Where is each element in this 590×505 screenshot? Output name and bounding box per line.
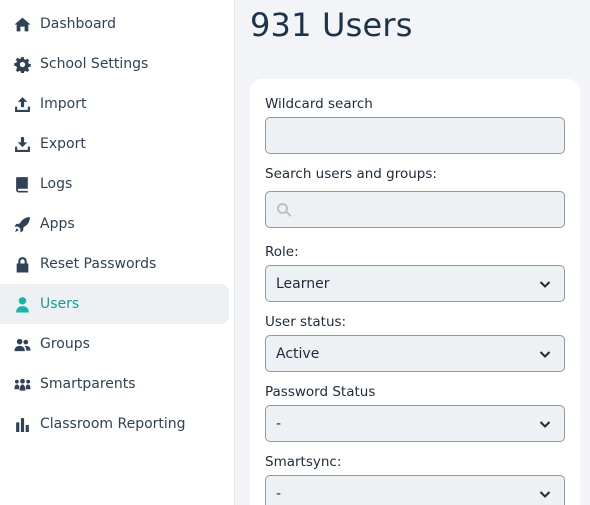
upload-icon [14,96,31,113]
role-select[interactable]: Learner [265,265,565,302]
sidebar-item-label: School Settings [40,56,149,72]
sidebar-item-label: Classroom Reporting [40,416,186,432]
book-icon [14,176,31,193]
sidebar-item-reset-passwords[interactable]: Reset Passwords [0,244,229,284]
smartsync-label: Smartsync: [265,454,342,470]
wildcard-search-label: Wildcard search [265,96,373,112]
user-status-select-value: Active [276,345,320,362]
rocket-icon [14,216,31,233]
smartsync-select-value: - [276,485,282,502]
lock-icon [14,256,31,273]
sidebar-item-label: Import [40,96,87,112]
sidebar-item-label: Dashboard [40,16,116,32]
sidebar-item-classroom-reporting[interactable]: Classroom Reporting [0,404,229,444]
search-users-groups-input[interactable] [265,191,565,228]
role-label: Role: [265,244,299,260]
sidebar-item-label: Smartparents [40,376,136,392]
download-icon [14,136,31,153]
user-status-select[interactable]: Active [265,335,565,372]
user-icon [14,296,31,313]
search-users-groups-label: Search users and groups: [265,166,437,182]
sidebar-item-school-settings[interactable]: School Settings [0,44,229,84]
sidebar-item-import[interactable]: Import [0,84,229,124]
home-icon [14,16,31,33]
sidebar-item-label: Users [40,296,80,312]
sidebar-item-smartparents[interactable]: Smartparents [0,364,229,404]
bar-chart-icon [14,416,31,433]
chevron-down-icon [538,277,552,291]
app: Dashboard School Settings Import Export [0,0,590,505]
sidebar-item-label: Reset Passwords [40,256,157,272]
people-group-icon [14,376,31,393]
chevron-down-icon [538,417,552,431]
sidebar: Dashboard School Settings Import Export [0,0,235,505]
sidebar-item-apps[interactable]: Apps [0,204,229,244]
sidebar-item-users[interactable]: Users [0,284,229,324]
smartsync-select[interactable]: - [265,475,565,505]
main-content: 931 Users Wildcard search Search users a… [235,0,590,505]
wildcard-search-input[interactable] [265,117,565,154]
sidebar-item-label: Logs [40,176,73,192]
sidebar-item-label: Export [40,136,86,152]
sidebar-item-export[interactable]: Export [0,124,229,164]
sidebar-item-dashboard[interactable]: Dashboard [0,4,229,44]
search-icon [276,202,292,218]
chevron-down-icon [538,347,552,361]
sidebar-item-label: Groups [40,336,90,352]
user-status-label: User status: [265,314,347,330]
filter-card: Wildcard search Search users and groups:… [250,79,580,505]
users-icon [14,336,31,353]
gear-icon [14,56,31,73]
sidebar-item-groups[interactable]: Groups [0,324,229,364]
role-select-value: Learner [276,275,330,292]
password-status-select-value: - [276,415,282,432]
page-title: 931 Users [250,6,413,44]
password-status-select[interactable]: - [265,405,565,442]
sidebar-item-label: Apps [40,216,75,232]
sidebar-item-logs[interactable]: Logs [0,164,229,204]
password-status-label: Password Status [265,384,376,400]
chevron-down-icon [538,487,552,501]
